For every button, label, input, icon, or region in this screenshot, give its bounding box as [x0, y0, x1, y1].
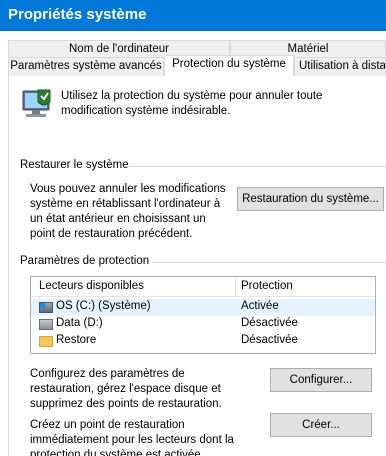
drives-list[interactable]: Lecteurs disponibles Protection OS (C:) … [30, 276, 376, 354]
system-protection-icon [20, 86, 54, 122]
drive-protection: Activée [241, 300, 279, 312]
system-drive-icon [39, 302, 53, 313]
create-button[interactable]: Créer... [270, 413, 372, 437]
column-header-drives[interactable]: Lecteurs disponibles [39, 280, 144, 292]
drive-protection: Désactivée [241, 317, 298, 329]
tab-advanced-settings[interactable]: Paramètres système avancés [8, 57, 164, 76]
drive-name: Data (D:) [56, 317, 103, 329]
title-bar: Propriétés système [0, 0, 386, 31]
tab-system-protection[interactable]: Protection du système [164, 55, 294, 76]
column-divider [235, 277, 236, 297]
tab-row-bottom: Paramètres système avancés Protection du… [8, 55, 386, 76]
drive-icon [39, 319, 53, 330]
configure-button[interactable]: Configurer... [270, 368, 372, 392]
column-header-protection[interactable]: Protection [241, 280, 293, 292]
protection-separator [152, 262, 386, 263]
drive-name: Restore [56, 334, 97, 346]
restore-description: Vous pouvez annuler les modifications sy… [30, 183, 226, 240]
configure-text: Configurez des paramètres de restauratio… [30, 368, 222, 410]
restore-section-label: Restaurer le système [20, 159, 129, 171]
drive-protection: Désactivée [241, 334, 298, 346]
tab-remote[interactable]: Utilisation à distance [294, 57, 386, 76]
list-item[interactable]: Restore Désactivée [31, 333, 375, 350]
window-title: Propriétés système [8, 6, 147, 23]
protection-section-label: Paramètres de protection [20, 255, 150, 267]
create-text: Créez un point de restauration immédiate… [30, 419, 234, 456]
folder-icon [39, 336, 53, 347]
list-item[interactable]: Data (D:) Désactivée [31, 316, 375, 333]
drive-name: OS (C:) (Système) [56, 300, 151, 312]
restore-separator [125, 166, 386, 167]
system-restore-button[interactable]: Restauration du système... [237, 187, 384, 211]
intro-text: Utilisez la protection du système pour a… [61, 90, 323, 117]
list-item[interactable]: OS (C:) (Système) Activée [31, 299, 375, 316]
list-header: Lecteurs disponibles Protection [31, 277, 375, 297]
